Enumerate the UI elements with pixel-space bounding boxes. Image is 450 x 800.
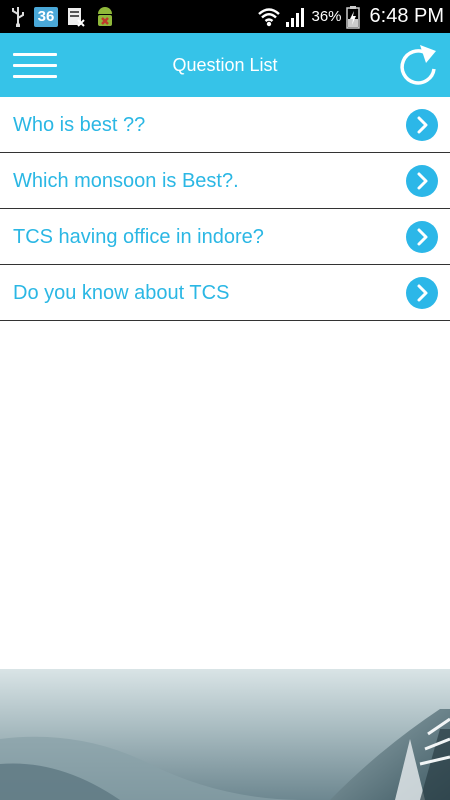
question-open-button[interactable] [406,277,438,309]
question-open-button[interactable] [406,165,438,197]
notification-count-badge: 36 [34,7,58,27]
question-text: Which monsoon is Best?. [13,170,239,192]
chevron-right-icon [417,172,428,190]
refresh-button[interactable] [396,41,440,89]
refresh-icon [400,45,436,85]
question-item[interactable]: Which monsoon is Best?. [0,153,450,209]
status-notifications: 36 [10,5,116,29]
app-bar: Question List [0,33,450,97]
battery-percent: 36% [311,8,342,25]
question-text: Do you know about TCS [13,282,230,304]
chevron-right-icon [417,228,428,246]
usb-icon [12,7,24,27]
question-open-button[interactable] [406,109,438,141]
wifi-icon [258,7,281,26]
question-item[interactable]: TCS having office in indore? [0,209,450,265]
background-photo [0,669,450,800]
signal-strength-icon [286,7,305,27]
question-list: Who is best ?? Which monsoon is Best?. T… [0,97,450,321]
question-item[interactable]: Do you know about TCS [0,265,450,321]
clock: 6:48 PM [369,5,444,27]
status-bar: 36 36% 6:48 PM [0,0,450,33]
status-system-info: 36% 6:48 PM [257,0,444,33]
question-text: Who is best ?? [13,114,146,136]
android-debug-icon [98,7,112,26]
chevron-right-icon [417,284,428,302]
battery-charging-icon [345,5,360,29]
question-open-button[interactable] [406,221,438,253]
question-item[interactable]: Who is best ?? [0,97,450,153]
sim-card-icon [68,8,85,27]
question-text: TCS having office in indore? [13,226,264,248]
chevron-right-icon [417,116,428,134]
page-title: Question List [172,55,278,75]
